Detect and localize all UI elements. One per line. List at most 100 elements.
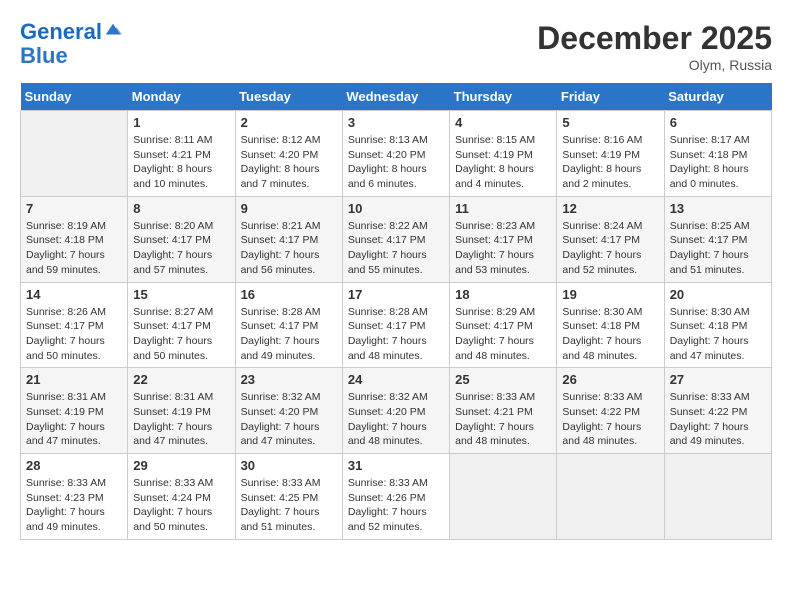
day-number: 28 xyxy=(26,458,122,473)
day-info: Sunrise: 8:26 AMSunset: 4:17 PMDaylight:… xyxy=(26,305,122,364)
day-cell: 7 Sunrise: 8:19 AMSunset: 4:18 PMDaylight… xyxy=(21,196,128,282)
day-cell xyxy=(557,454,664,540)
day-cell: 5 Sunrise: 8:16 AMSunset: 4:19 PMDaylight… xyxy=(557,111,664,197)
logo-text: General xyxy=(20,20,122,44)
day-info: Sunrise: 8:31 AMSunset: 4:19 PMDaylight:… xyxy=(26,390,122,449)
day-info: Sunrise: 8:19 AMSunset: 4:18 PMDaylight:… xyxy=(26,219,122,278)
day-number: 17 xyxy=(348,287,444,302)
day-cell: 28 Sunrise: 8:33 AMSunset: 4:23 PMDayligh… xyxy=(21,454,128,540)
day-number: 4 xyxy=(455,115,551,130)
day-cell: 4 Sunrise: 8:15 AMSunset: 4:19 PMDaylight… xyxy=(450,111,557,197)
title-block: December 2025 Olym, Russia xyxy=(537,20,772,73)
day-cell: 11 Sunrise: 8:23 AMSunset: 4:17 PMDayligh… xyxy=(450,196,557,282)
day-number: 12 xyxy=(562,201,658,216)
logo: General Blue xyxy=(20,20,122,68)
day-number: 10 xyxy=(348,201,444,216)
day-number: 11 xyxy=(455,201,551,216)
day-number: 9 xyxy=(241,201,337,216)
day-info: Sunrise: 8:17 AMSunset: 4:18 PMDaylight:… xyxy=(670,133,766,192)
day-cell: 30 Sunrise: 8:33 AMSunset: 4:25 PMDayligh… xyxy=(235,454,342,540)
calendar-header: SundayMondayTuesdayWednesdayThursdayFrid… xyxy=(21,83,772,111)
day-cell: 24 Sunrise: 8:32 AMSunset: 4:20 PMDayligh… xyxy=(342,368,449,454)
day-number: 16 xyxy=(241,287,337,302)
day-number: 26 xyxy=(562,372,658,387)
day-info: Sunrise: 8:33 AMSunset: 4:23 PMDaylight:… xyxy=(26,476,122,535)
header-cell-thursday: Thursday xyxy=(450,83,557,111)
day-cell xyxy=(450,454,557,540)
day-info: Sunrise: 8:30 AMSunset: 4:18 PMDaylight:… xyxy=(562,305,658,364)
day-cell: 8Sunrise: 8:20 AMSunset: 4:17 PMDaylight… xyxy=(128,196,235,282)
header-cell-wednesday: Wednesday xyxy=(342,83,449,111)
day-cell: 18 Sunrise: 8:29 AMSunset: 4:17 PMDayligh… xyxy=(450,282,557,368)
day-info: Sunrise: 8:31 AMSunset: 4:19 PMDaylight:… xyxy=(133,390,229,449)
header-cell-monday: Monday xyxy=(128,83,235,111)
day-info: Sunrise: 8:33 AMSunset: 4:26 PMDaylight:… xyxy=(348,476,444,535)
day-cell: 23Sunrise: 8:32 AMSunset: 4:20 PMDayligh… xyxy=(235,368,342,454)
logo-line1: General xyxy=(20,19,102,44)
day-info: Sunrise: 8:29 AMSunset: 4:17 PMDaylight:… xyxy=(455,305,551,364)
day-cell: 3 Sunrise: 8:13 AMSunset: 4:20 PMDaylight… xyxy=(342,111,449,197)
day-info: Sunrise: 8:21 AMSunset: 4:17 PMDaylight:… xyxy=(241,219,337,278)
day-info: Sunrise: 8:33 AMSunset: 4:25 PMDaylight:… xyxy=(241,476,337,535)
day-info: Sunrise: 8:16 AMSunset: 4:19 PMDaylight:… xyxy=(562,133,658,192)
logo-line2: Blue xyxy=(20,44,122,68)
day-info: Sunrise: 8:13 AMSunset: 4:20 PMDaylight:… xyxy=(348,133,444,192)
header-row: SundayMondayTuesdayWednesdayThursdayFrid… xyxy=(21,83,772,111)
day-cell: 25Sunrise: 8:33 AMSunset: 4:21 PMDayligh… xyxy=(450,368,557,454)
logo-icon xyxy=(104,21,122,39)
day-cell: 14 Sunrise: 8:26 AMSunset: 4:17 PMDayligh… xyxy=(21,282,128,368)
day-number: 14 xyxy=(26,287,122,302)
day-number: 19 xyxy=(562,287,658,302)
day-cell: 2 Sunrise: 8:12 AMSunset: 4:20 PMDaylight… xyxy=(235,111,342,197)
week-row-2: 7 Sunrise: 8:19 AMSunset: 4:18 PMDaylight… xyxy=(21,196,772,282)
day-cell: 31 Sunrise: 8:33 AMSunset: 4:26 PMDayligh… xyxy=(342,454,449,540)
day-number: 25 xyxy=(455,372,551,387)
day-cell: 10 Sunrise: 8:22 AMSunset: 4:17 PMDayligh… xyxy=(342,196,449,282)
day-number: 15 xyxy=(133,287,229,302)
day-number: 18 xyxy=(455,287,551,302)
calendar-table: SundayMondayTuesdayWednesdayThursdayFrid… xyxy=(20,83,772,540)
week-row-1: 1Sunrise: 8:11 AMSunset: 4:21 PMDaylight… xyxy=(21,111,772,197)
page-header: General Blue December 2025 Olym, Russia xyxy=(20,20,772,73)
day-number: 6 xyxy=(670,115,766,130)
day-cell: 26Sunrise: 8:33 AMSunset: 4:22 PMDayligh… xyxy=(557,368,664,454)
day-cell: 13Sunrise: 8:25 AMSunset: 4:17 PMDayligh… xyxy=(664,196,771,282)
day-info: Sunrise: 8:32 AMSunset: 4:20 PMDaylight:… xyxy=(348,390,444,449)
day-cell: 15Sunrise: 8:27 AMSunset: 4:17 PMDayligh… xyxy=(128,282,235,368)
day-number: 23 xyxy=(241,372,337,387)
day-info: Sunrise: 8:22 AMSunset: 4:17 PMDaylight:… xyxy=(348,219,444,278)
day-info: Sunrise: 8:24 AMSunset: 4:17 PMDaylight:… xyxy=(562,219,658,278)
day-number: 7 xyxy=(26,201,122,216)
day-cell: 27 Sunrise: 8:33 AMSunset: 4:22 PMDayligh… xyxy=(664,368,771,454)
header-cell-sunday: Sunday xyxy=(21,83,128,111)
day-cell: 6 Sunrise: 8:17 AMSunset: 4:18 PMDaylight… xyxy=(664,111,771,197)
location: Olym, Russia xyxy=(537,57,772,73)
day-number: 21 xyxy=(26,372,122,387)
day-cell xyxy=(664,454,771,540)
day-cell: 17Sunrise: 8:28 AMSunset: 4:17 PMDayligh… xyxy=(342,282,449,368)
header-cell-friday: Friday xyxy=(557,83,664,111)
day-cell: 9 Sunrise: 8:21 AMSunset: 4:17 PMDaylight… xyxy=(235,196,342,282)
day-cell: 21 Sunrise: 8:31 AMSunset: 4:19 PMDayligh… xyxy=(21,368,128,454)
day-number: 24 xyxy=(348,372,444,387)
day-number: 5 xyxy=(562,115,658,130)
header-cell-tuesday: Tuesday xyxy=(235,83,342,111)
day-number: 3 xyxy=(348,115,444,130)
day-info: Sunrise: 8:30 AMSunset: 4:18 PMDaylight:… xyxy=(670,305,766,364)
day-number: 27 xyxy=(670,372,766,387)
day-cell: 29Sunrise: 8:33 AMSunset: 4:24 PMDayligh… xyxy=(128,454,235,540)
day-number: 31 xyxy=(348,458,444,473)
month-title: December 2025 xyxy=(537,20,772,57)
day-info: Sunrise: 8:15 AMSunset: 4:19 PMDaylight:… xyxy=(455,133,551,192)
day-cell: 19 Sunrise: 8:30 AMSunset: 4:18 PMDayligh… xyxy=(557,282,664,368)
header-cell-saturday: Saturday xyxy=(664,83,771,111)
day-number: 30 xyxy=(241,458,337,473)
day-info: Sunrise: 8:12 AMSunset: 4:20 PMDaylight:… xyxy=(241,133,337,192)
day-cell: 20Sunrise: 8:30 AMSunset: 4:18 PMDayligh… xyxy=(664,282,771,368)
day-info: Sunrise: 8:28 AMSunset: 4:17 PMDaylight:… xyxy=(241,305,337,364)
day-info: Sunrise: 8:33 AMSunset: 4:22 PMDaylight:… xyxy=(670,390,766,449)
day-info: Sunrise: 8:23 AMSunset: 4:17 PMDaylight:… xyxy=(455,219,551,278)
day-cell: 12 Sunrise: 8:24 AMSunset: 4:17 PMDayligh… xyxy=(557,196,664,282)
day-number: 2 xyxy=(241,115,337,130)
day-info: Sunrise: 8:20 AMSunset: 4:17 PMDaylight:… xyxy=(133,219,229,278)
